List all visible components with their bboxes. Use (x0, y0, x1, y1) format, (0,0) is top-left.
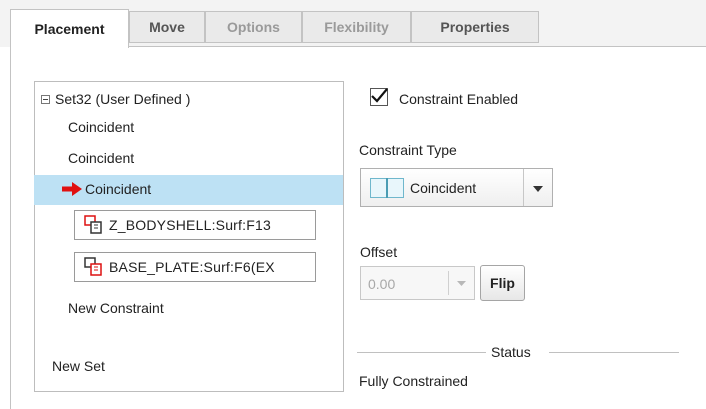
offset-field[interactable]: 0.00 (360, 266, 475, 300)
surface-reference-icon (84, 257, 102, 276)
set-node[interactable]: Set32 (User Defined ) (41, 90, 190, 108)
surface-reference-icon (84, 215, 102, 234)
chevron-down-icon[interactable] (533, 186, 543, 192)
set-label: Set32 (User Defined ) (55, 91, 191, 107)
coincident-icon (370, 178, 404, 198)
offset-value: 0.00 (368, 276, 396, 292)
collapse-icon[interactable] (41, 94, 50, 104)
constraint-item-1[interactable]: Coincident (68, 119, 134, 135)
new-set-item[interactable]: New Set (52, 358, 105, 374)
constraint-item-2[interactable]: Coincident (68, 150, 134, 166)
constraint-enabled-label: Constraint Enabled (399, 91, 519, 107)
chevron-down-icon[interactable] (457, 281, 466, 286)
constraint-enabled-checkbox[interactable] (370, 88, 388, 106)
status-heading: Status (491, 344, 531, 360)
dropdown-divider (523, 169, 524, 206)
flip-button[interactable]: Flip (480, 265, 525, 301)
constraint-item-3-label: Coincident (85, 181, 152, 197)
reference-2[interactable]: BASE_PLATE:Surf:F6(EX (74, 252, 316, 282)
reference-1-label: Z_BODYSHELL:Surf:F13 (109, 217, 271, 233)
offset-divider (448, 271, 449, 295)
tab-options[interactable]: Options (205, 11, 302, 43)
constraint-type-label: Constraint Type (359, 142, 457, 158)
status-divider-right (549, 352, 679, 353)
checkmark-icon (371, 88, 388, 103)
status-divider-left (357, 352, 486, 353)
reference-2-label: BASE_PLATE:Surf:F6(EX (109, 259, 275, 275)
constraint-item-3[interactable]: Coincident (62, 181, 151, 197)
tab-properties[interactable]: Properties (411, 11, 539, 43)
tab-move[interactable]: Move (129, 11, 205, 43)
new-constraint-item[interactable]: New Constraint (68, 300, 164, 316)
tab-flexibility[interactable]: Flexibility (302, 11, 411, 43)
reference-1[interactable]: Z_BODYSHELL:Surf:F13 (74, 210, 316, 240)
tab-bar: Placement Move Options Flexibility Prope… (0, 0, 706, 48)
constraint-type-dropdown[interactable]: Coincident (360, 168, 553, 207)
offset-label: Offset (360, 244, 398, 260)
status-value: Fully Constrained (359, 373, 468, 389)
tab-placement[interactable]: Placement (10, 9, 129, 48)
constraint-type-value: Coincident (410, 180, 477, 196)
current-arrow-icon (62, 182, 82, 196)
